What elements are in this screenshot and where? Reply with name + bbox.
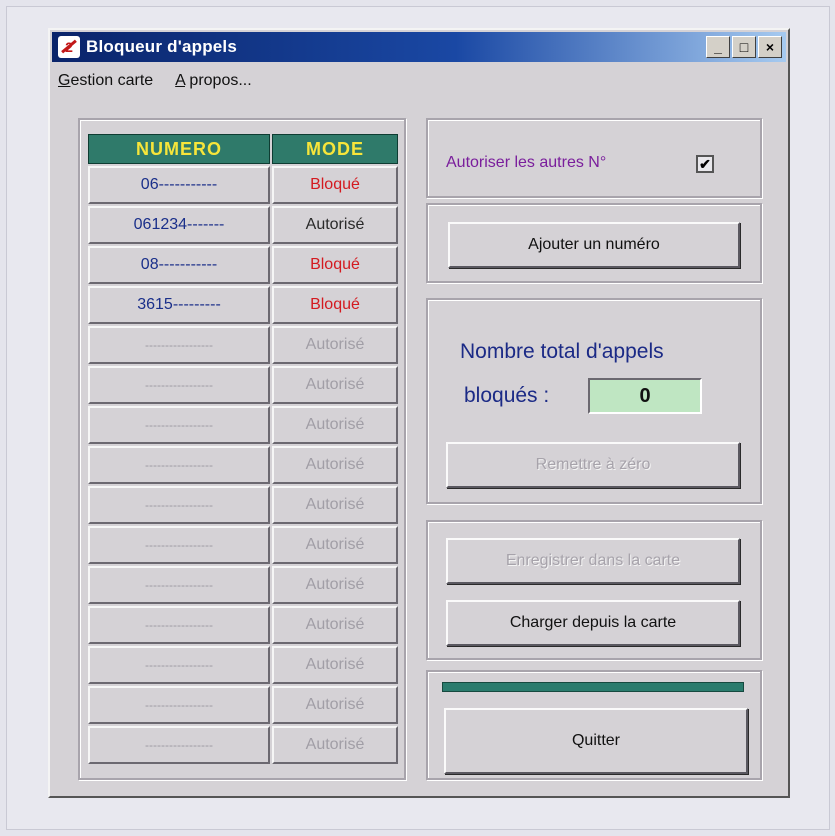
reset-button[interactable]: Remettre à zéro [446,442,740,488]
blocked-count-display: 0 [588,378,702,414]
mode-cell[interactable]: Autorisé [272,646,398,684]
table-row[interactable]: ----------------- Autorisé [88,326,398,364]
mode-cell[interactable]: Bloqué [272,246,398,284]
number-cell[interactable]: 08----------- [88,246,270,284]
allow-others-checkbox[interactable]: ✔ [696,155,714,173]
number-cell[interactable]: ----------------- [88,726,270,764]
load-from-card-button[interactable]: Charger depuis la carte [446,600,740,646]
header-numero: NUMERO [88,134,270,164]
mode-cell[interactable]: Autorisé [272,446,398,484]
table-row[interactable]: ----------------- Autorisé [88,526,398,564]
add-number-button[interactable]: Ajouter un numéro [448,222,740,268]
table-row[interactable]: 06----------- Bloqué [88,166,398,204]
mode-cell[interactable]: Autorisé [272,366,398,404]
number-cell[interactable]: ----------------- [88,606,270,644]
mode-cell[interactable]: Autorisé [272,566,398,604]
table-row[interactable]: ----------------- Autorisé [88,446,398,484]
number-cell[interactable]: ----------------- [88,566,270,604]
table-row[interactable]: ----------------- Autorisé [88,686,398,724]
menu-a-propos[interactable]: A propos... [175,72,252,90]
mode-cell[interactable]: Autorisé [272,406,398,444]
table-row[interactable]: ----------------- Autorisé [88,646,398,684]
menu-gestion-carte[interactable]: Gestion carte [58,72,153,90]
table-row[interactable]: ----------------- Autorisé [88,486,398,524]
table-header: NUMERO MODE [88,134,398,164]
mode-cell[interactable]: Autorisé [272,206,398,244]
number-cell[interactable]: ----------------- [88,406,270,444]
allow-others-label: Autoriser les autres N° [446,154,607,171]
table-row[interactable]: ----------------- Autorisé [88,406,398,444]
menu-bar: Gestion carte A propos... [58,72,252,90]
close-button[interactable]: × [758,36,782,58]
maximize-button[interactable]: □ [732,36,756,58]
mode-cell[interactable]: Bloqué [272,286,398,324]
number-cell[interactable]: ----------------- [88,526,270,564]
quit-button[interactable]: Quitter [444,708,748,774]
table-row[interactable]: ----------------- Autorisé [88,366,398,404]
mode-cell[interactable]: Autorisé [272,606,398,644]
table-row[interactable]: 08----------- Bloqué [88,246,398,284]
number-cell[interactable]: ----------------- [88,326,270,364]
table-row[interactable]: 3615--------- Bloqué [88,286,398,324]
number-cell[interactable]: ----------------- [88,686,270,724]
save-to-card-button[interactable]: Enregistrer dans la carte [446,538,740,584]
table-row[interactable]: ----------------- Autorisé [88,606,398,644]
total-calls-label: Nombre total d'appels [460,340,664,363]
title-bar[interactable]: 2 Bloqueur d'appels _ □ × [52,32,786,62]
number-cell[interactable]: 06----------- [88,166,270,204]
window-controls: _ □ × [706,36,782,58]
numbers-table: NUMERO MODE 06----------- Bloqué 061234---… [88,134,398,764]
mode-cell[interactable]: Bloqué [272,166,398,204]
number-cell[interactable]: 061234------- [88,206,270,244]
table-row[interactable]: ----------------- Autorisé [88,726,398,764]
number-cell[interactable]: ----------------- [88,486,270,524]
mode-cell[interactable]: Autorisé [272,526,398,564]
number-cell[interactable]: 3615--------- [88,286,270,324]
app-icon: 2 [58,36,80,58]
window-title: Bloqueur d'appels [86,37,238,56]
mode-cell[interactable]: Autorisé [272,486,398,524]
mode-cell[interactable]: Autorisé [272,726,398,764]
progress-bar [442,682,744,692]
mode-cell[interactable]: Autorisé [272,326,398,364]
mode-cell[interactable]: Autorisé [272,686,398,724]
blocked-label: bloqués : [464,384,550,407]
header-mode: MODE [272,134,398,164]
minimize-button[interactable]: _ [706,36,730,58]
number-cell[interactable]: ----------------- [88,646,270,684]
table-row[interactable]: ----------------- Autorisé [88,566,398,604]
number-cell[interactable]: ----------------- [88,446,270,484]
number-cell[interactable]: ----------------- [88,366,270,404]
table-row[interactable]: 061234------- Autorisé [88,206,398,244]
